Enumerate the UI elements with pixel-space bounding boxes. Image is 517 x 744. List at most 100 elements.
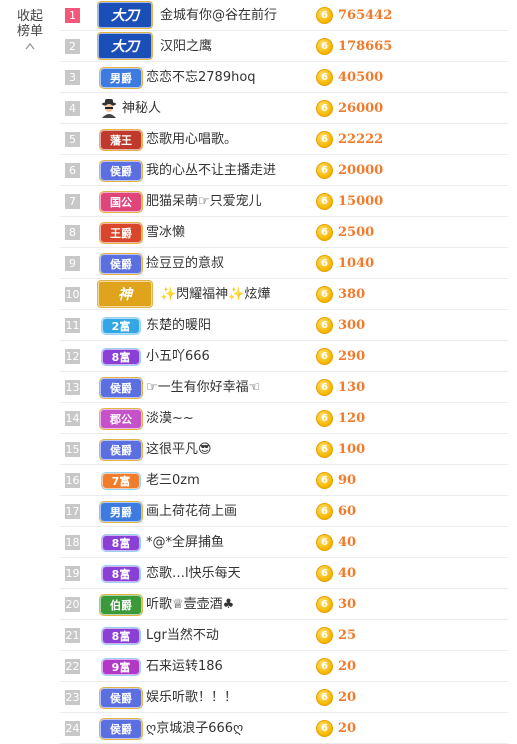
score-value: 120 [338,411,366,426]
list-item[interactable]: 11 2富 东楚的暖阳 6 300 [60,310,508,341]
level-badge: 大刀 [98,2,152,28]
collapse-list-button[interactable]: 收起 榜单 [0,0,60,60]
level-badge: 大刀 [98,33,152,59]
score-value: 765442 [338,8,393,23]
list-item[interactable]: 19 8富 恋歌…l快乐每天 6 40 [60,558,508,589]
coin-icon: 6 [316,131,333,148]
level-badge: 国公 [100,192,142,212]
list-item[interactable]: 16 7富 老三0zm 6 90 [60,465,508,496]
username[interactable]: 恋歌用心唱歌。 [146,124,237,155]
username[interactable]: 听歌♕壹壶酒♣ [146,589,234,620]
level-badge: 王爵 [100,223,142,243]
username[interactable]: 金城有你@谷在前行 [160,0,277,31]
username[interactable]: 这很平凡😎 [146,434,212,465]
username[interactable]: 雪冰懒 [146,217,185,248]
username[interactable]: 恋恋不忘2789hoq [146,62,256,93]
username[interactable]: 石来运转186 [146,651,223,682]
coin-icon: 6 [316,224,333,241]
level-badge: 伯爵 [100,595,142,615]
level-badge: 8富 [102,566,140,582]
username[interactable]: 恋歌…l快乐每天 [146,558,241,589]
coin-icon: 6 [316,317,333,334]
level-badge: 侯爵 [100,440,142,460]
score-value: 26000 [338,101,384,116]
username[interactable]: 小五吖666 [146,341,210,372]
rank-number: 9 [65,256,80,271]
rank-number: 2 [65,39,80,54]
score-value: 2500 [338,225,375,240]
list-item[interactable]: 21 8富 Lgr当然不动 6 25 [60,620,508,651]
username[interactable]: 老三0zm [146,465,200,496]
level-badge: 郡公 [100,409,142,429]
list-item[interactable]: 12 8富 小五吖666 6 290 [60,341,508,372]
list-item[interactable]: 15 侯爵 这很平凡😎 6 100 [60,434,508,465]
coin-icon: 6 [316,627,333,644]
username[interactable]: 汉阳之鹰 [160,31,212,62]
username[interactable]: 画上荷花荷上画 [146,496,237,527]
score-value: 290 [338,349,366,364]
username[interactable]: Lgr当然不动 [146,620,219,651]
list-item[interactable]: 2 大刀 汉阳之鹰 6 178665 [60,31,508,62]
list-item[interactable]: 5 藩王 恋歌用心唱歌。 6 22222 [60,124,508,155]
score-value: 20000 [338,163,384,178]
rank-number: 7 [65,194,80,209]
coin-icon: 6 [316,658,333,675]
collapse-label-2: 榜单 [16,24,43,39]
list-item[interactable]: 24 侯爵 ღ京城浪子666ღ 6 20 [60,713,508,744]
list-item[interactable]: 14 郡公 淡漠~~ 6 120 [60,403,508,434]
rank-number: 23 [65,690,80,705]
list-item[interactable]: 9 侯爵 捡豆豆的意叔 6 1040 [60,248,508,279]
rank-number: 22 [65,659,80,674]
list-item[interactable]: 7 国公 肥猫呆萌☞只爱宠儿 6 15000 [60,186,508,217]
username[interactable]: 东楚的暖阳 [146,310,211,341]
list-item[interactable]: 4 神秘人 6 26000 [60,93,508,124]
list-item[interactable]: 10 神 ✨閃耀福神✨炫燁 6 380 [60,279,508,310]
username[interactable]: ✨閃耀福神✨炫燁 [160,279,270,310]
coin-icon: 6 [316,410,333,427]
username[interactable]: 娱乐听歌！！！ [146,682,237,713]
rank-number: 17 [65,504,80,519]
level-badge: 侯爵 [100,719,142,739]
username[interactable]: ღ京城浪子666ღ [146,713,243,744]
list-item[interactable]: 18 8富 *@*全屏捕鱼 6 40 [60,527,508,558]
rank-number: 15 [65,442,80,457]
level-badge: 男爵 [100,68,142,88]
list-item[interactable]: 3 男爵 恋恋不忘2789hoq 6 40500 [60,62,508,93]
username[interactable]: *@*全屏捕鱼 [146,527,224,558]
username[interactable]: 肥猫呆萌☞只爱宠儿 [146,186,262,217]
list-item[interactable]: 20 伯爵 听歌♕壹壶酒♣ 6 30 [60,589,508,620]
rank-number: 13 [65,380,80,395]
coin-icon: 6 [316,162,333,179]
username[interactable]: 淡漠~~ [146,403,194,434]
username[interactable]: ☞一生有你好幸福☜ [146,372,260,403]
mystery-user-icon [100,98,118,118]
coin-icon: 6 [316,596,333,613]
username[interactable]: 神秘人 [122,93,161,124]
list-item[interactable]: 1 大刀 金城有你@谷在前行 6 765442 [60,0,508,31]
level-badge: 8富 [102,535,140,551]
coin-icon: 6 [316,193,333,210]
coin-icon: 6 [316,255,333,272]
rank-number: 6 [65,163,80,178]
coin-icon: 6 [316,379,333,396]
level-badge: 9富 [102,659,140,675]
list-item[interactable]: 13 侯爵 ☞一生有你好幸福☜ 6 130 [60,372,508,403]
username[interactable]: 我的心丛不让主播走进 [146,155,276,186]
ranking-list: 1 大刀 金城有你@谷在前行 6 765442 2 大刀 汉阳之鹰 6 178665 3 男爵 恋恋不忘… [60,0,508,744]
list-item[interactable]: 17 男爵 画上荷花荷上画 6 60 [60,496,508,527]
list-item[interactable]: 8 王爵 雪冰懒 6 2500 [60,217,508,248]
level-badge: 侯爵 [100,254,142,274]
list-item[interactable]: 6 侯爵 我的心丛不让主播走进 6 20000 [60,155,508,186]
level-badge: 侯爵 [100,378,142,398]
rank-number: 5 [65,132,80,147]
score-value: 20 [338,659,357,674]
list-item[interactable]: 22 9富 石来运转186 6 20 [60,651,508,682]
list-item[interactable]: 23 侯爵 娱乐听歌！！！ 6 20 [60,682,508,713]
rank-number: 19 [65,566,80,581]
coin-icon: 6 [316,720,333,737]
score-value: 380 [338,287,366,302]
level-badge: 2富 [102,318,140,334]
username[interactable]: 捡豆豆的意叔 [146,248,224,279]
coin-icon: 6 [316,286,333,303]
rank-number: 20 [65,597,80,612]
